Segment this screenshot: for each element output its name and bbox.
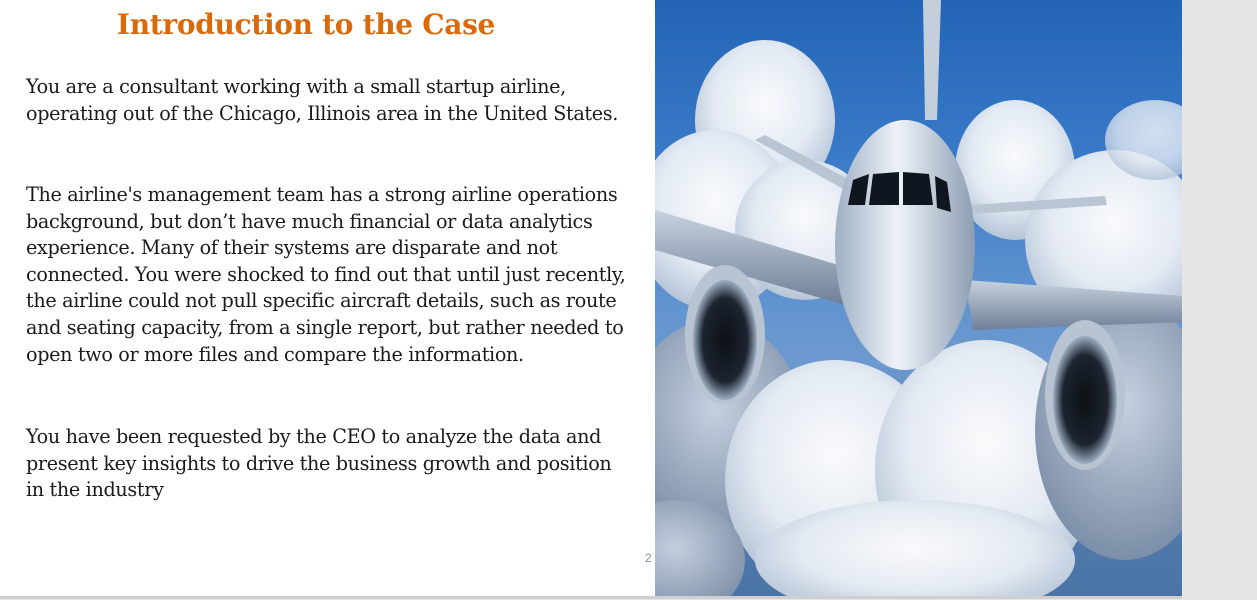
slide-title: Introduction to the Case [116, 8, 496, 41]
page-number: 2 [645, 551, 652, 565]
airplane-illustration [655, 0, 1182, 596]
slide-text-pane: Introduction to the Case You are a consu… [0, 0, 655, 596]
request-paragraph: You have been requested by the CEO to an… [26, 425, 612, 502]
slide-page: Introduction to the Case You are a consu… [0, 0, 1182, 596]
airplane-in-clouds-photo [655, 0, 1182, 596]
document-viewer[interactable]: Introduction to the Case You are a consu… [0, 0, 1257, 600]
background-paragraph: The airline's management team has a stro… [26, 183, 626, 366]
intro-paragraph: You are a consultant working with a smal… [26, 75, 619, 125]
page-shadow [0, 596, 1182, 599]
